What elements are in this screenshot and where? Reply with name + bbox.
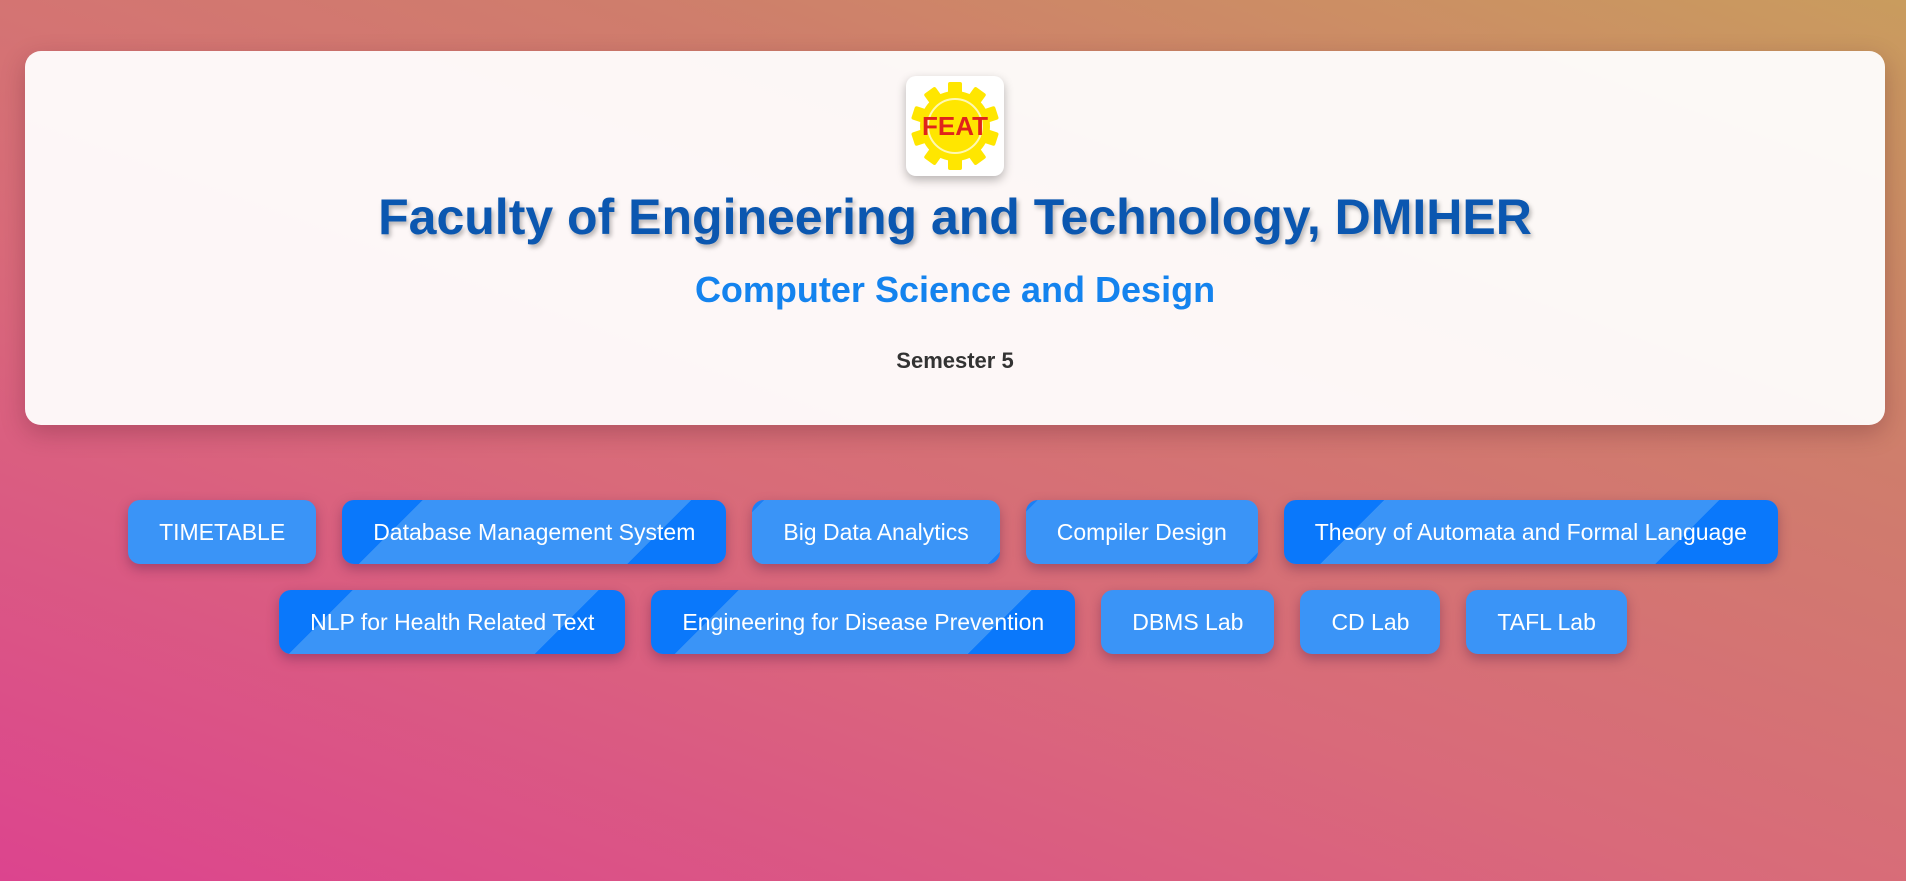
semester-label: Semester 5 xyxy=(896,348,1014,373)
course-buttons-row-2: NLP for Health Related Text Engineering … xyxy=(0,590,1906,654)
theory-of-automata-button[interactable]: Theory of Automata and Formal Language xyxy=(1283,500,1778,564)
dbms-course-button[interactable]: Database Management System xyxy=(342,500,727,564)
gear-icon: FEAT xyxy=(911,82,999,170)
dbms-lab-button[interactable]: DBMS Lab xyxy=(1101,590,1275,654)
department-subtitle: Computer Science and Design xyxy=(694,269,1216,310)
svg-text:FEAT: FEAT xyxy=(922,111,988,141)
feat-logo: FEAT xyxy=(906,76,1004,176)
cd-lab-button[interactable]: CD Lab xyxy=(1300,590,1441,654)
timetable-button[interactable]: TIMETABLE xyxy=(128,500,317,564)
engineering-disease-prevention-button[interactable]: Engineering for Disease Prevention xyxy=(651,590,1076,654)
big-data-analytics-button[interactable]: Big Data Analytics xyxy=(752,500,1000,564)
header-card: FEAT Faculty of Engineering and Technolo… xyxy=(25,51,1885,425)
course-buttons-row-1: TIMETABLE Database Management System Big… xyxy=(0,500,1906,564)
tafl-lab-button[interactable]: TAFL Lab xyxy=(1466,590,1627,654)
compiler-design-button[interactable]: Compiler Design xyxy=(1025,500,1258,564)
page-title: Faculty of Engineering and Technology, D… xyxy=(378,189,1532,245)
nlp-health-text-button[interactable]: NLP for Health Related Text xyxy=(279,590,626,654)
